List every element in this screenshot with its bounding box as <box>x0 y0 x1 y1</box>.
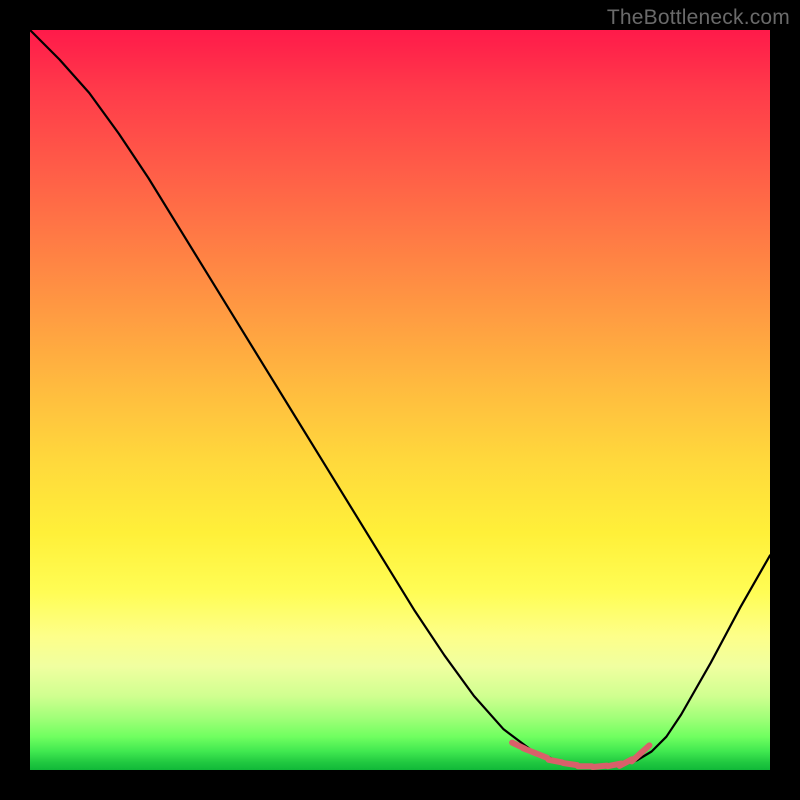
chart-plot-area <box>30 30 770 770</box>
optimal-zone-marker <box>563 763 577 765</box>
watermark-text: TheBottleneck.com <box>607 6 790 30</box>
optimal-zone-marker <box>534 753 547 758</box>
chart-curve-layer <box>30 30 770 770</box>
optimal-zone-markers <box>512 743 649 767</box>
bottleneck-curve-line <box>30 30 770 766</box>
optimal-zone-marker <box>549 760 563 763</box>
optimal-zone-marker <box>593 766 607 767</box>
